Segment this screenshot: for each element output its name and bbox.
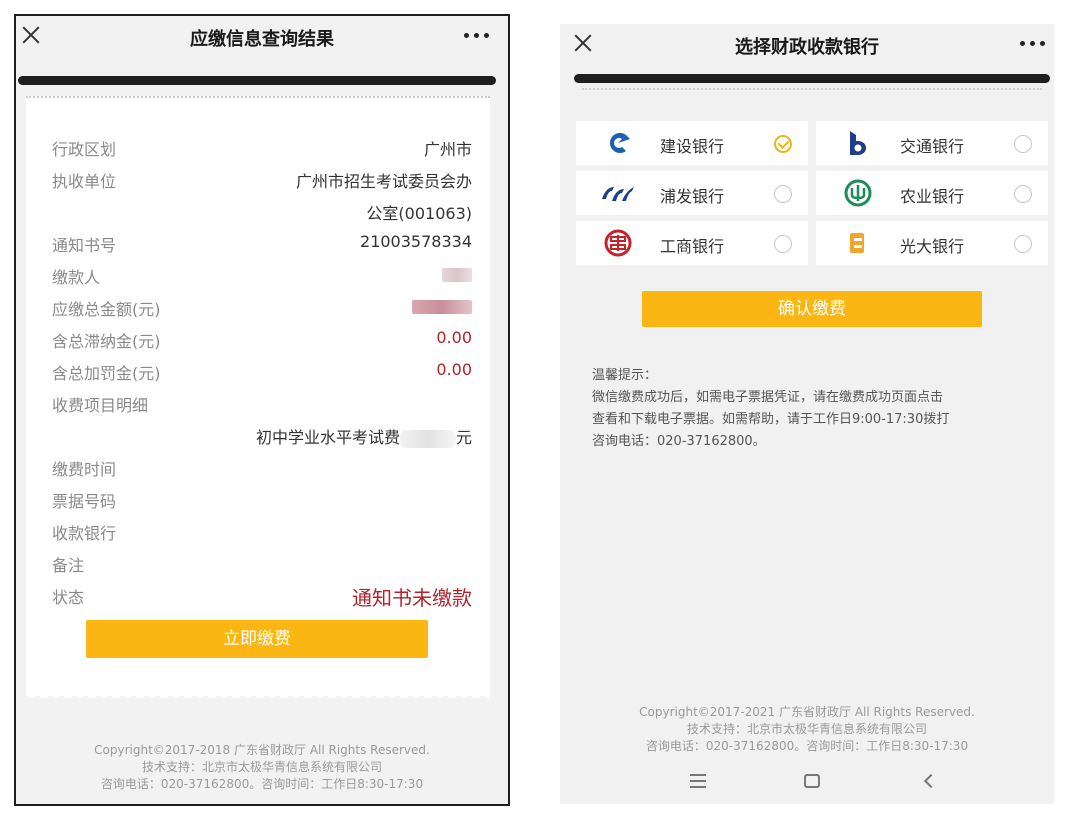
ccb-logo-icon — [610, 133, 630, 153]
right-top-bar: 选择财政收款银行 — [560, 24, 1054, 64]
radio-unchecked-icon[interactable] — [1014, 135, 1032, 153]
copyright-text: Copyright©2017-2018 广东省财政厅 All Rights Re… — [94, 743, 430, 757]
bank-option-ceb[interactable]: 光大银行 — [816, 221, 1048, 265]
label-region: 行政区划 — [52, 140, 117, 159]
radio-checked-icon[interactable] — [774, 135, 792, 153]
label-fee-detail: 收费项目明细 — [52, 396, 149, 415]
info-row-collector: 执收单位 广州市招生考试委员会办 — [52, 168, 472, 192]
menu-icon[interactable] — [690, 774, 706, 792]
more-options-icon[interactable] — [1020, 38, 1048, 48]
radio-unchecked-icon[interactable] — [774, 185, 792, 203]
left-footer: Copyright©2017-2018 广东省财政厅 All Rights Re… — [16, 742, 508, 793]
label-notice-no: 通知书号 — [52, 236, 117, 255]
page-title: 选择财政收款银行 — [735, 37, 879, 58]
info-row-payer: 缴款人 — [52, 264, 472, 288]
bank-option-spdb[interactable]: 浦发银行 — [576, 171, 808, 215]
more-options-icon[interactable] — [464, 30, 492, 40]
label-status: 状态 — [52, 588, 85, 607]
tech-support-text: 技术支持：北京市太极华青信息系统有限公司 — [686, 722, 927, 736]
contact-text: 咨询电话：020-37162800。咨询时间：工作日8:30-17:30 — [645, 739, 969, 753]
tech-support-text: 技术支持：北京市太极华青信息系统有限公司 — [141, 760, 382, 774]
label-pay-time: 缴费时间 — [52, 460, 117, 479]
info-row-notice-no: 通知书号 21003578334 — [52, 232, 472, 256]
radio-unchecked-icon[interactable] — [774, 235, 792, 253]
label-total: 应缴总金额(元) — [52, 300, 161, 319]
info-row-status: 状态 通知书未缴款 — [52, 584, 472, 610]
receipt-torn-edge — [26, 692, 490, 704]
fee-item-name: 初中学业水平考试费 — [255, 428, 400, 447]
home-icon[interactable] — [804, 774, 820, 788]
bank-name: 交通银行 — [900, 137, 965, 156]
radio-unchecked-icon[interactable] — [1014, 185, 1032, 203]
page-title: 应缴信息查询结果 — [190, 29, 334, 50]
value-collector-cont: 公室(001063) — [366, 204, 472, 223]
status-badge: 通知书未缴款 — [352, 586, 472, 610]
bank-option-abc[interactable]: 农业银行 — [816, 171, 1048, 215]
receipt-printer-slot — [18, 76, 496, 85]
receipt-card: 行政区划 广州市 执收单位 广州市招生考试委员会办 公室(001063) 通知书… — [26, 96, 490, 696]
label-bank: 收款银行 — [52, 524, 117, 543]
fee-item-line: 初中学业水平考试费 元 — [52, 424, 472, 448]
label-receipt-no: 票据号码 — [52, 492, 117, 511]
info-row-pay-time: 缴费时间 — [52, 456, 472, 480]
bank-name: 工商银行 — [660, 237, 725, 256]
label-collector: 执收单位 — [52, 172, 117, 191]
label-late-fee: 含总滞纳金(元) — [52, 332, 161, 351]
bank-name: 农业银行 — [900, 187, 965, 206]
icbc-logo-icon — [604, 229, 632, 257]
value-collector: 广州市招生考试委员会办 — [295, 172, 472, 191]
contact-text: 咨询电话：020-37162800。咨询时间：工作日8:30-17:30 — [100, 777, 424, 791]
bank-option-bocom[interactable]: 交通银行 — [816, 121, 1048, 165]
bank-name: 光大银行 — [900, 237, 965, 256]
total-blurred — [412, 296, 472, 315]
tips-title: 温馨提示： — [592, 368, 658, 383]
tips-block: 温馨提示： 微信缴费成功后，如需电子票据凭证，请在缴费成功页面点击 查看和下载电… — [592, 365, 1042, 453]
info-row-bank: 收款银行 — [52, 520, 472, 544]
tips-line-3: 咨询电话：020-37162800。 — [592, 434, 766, 449]
receipt-printer-slot — [574, 74, 1050, 83]
bank-name: 建设银行 — [660, 137, 725, 156]
bocom-logo-icon — [850, 131, 867, 156]
slot-dotted-line — [582, 84, 1042, 90]
right-footer: Copyright©2017-2021 广东省财政厅 All Rights Re… — [560, 704, 1054, 755]
right-screen: 选择财政收款银行 建设银行 交通银行 浦发银行 农业银行 工商银行 光大银行 确… — [560, 24, 1054, 804]
spdb-logo-icon — [602, 187, 634, 201]
info-row-total: 应缴总金额(元) — [52, 296, 472, 320]
info-row-region: 行政区划 广州市 — [52, 136, 472, 160]
info-row-late-fee: 含总滞纳金(元) 0.00 — [52, 328, 472, 352]
info-row-receipt-no: 票据号码 — [52, 488, 472, 512]
radio-unchecked-icon[interactable] — [1014, 235, 1032, 253]
label-payer: 缴款人 — [52, 268, 101, 287]
info-row-remark: 备注 — [52, 552, 472, 576]
back-icon[interactable] — [923, 773, 939, 789]
fee-item: 初中学业水平考试费 元 — [256, 424, 472, 448]
label-remark: 备注 — [52, 556, 85, 575]
fee-amount-blurred — [399, 429, 456, 448]
info-row-penalty: 含总加罚金(元) 0.00 — [52, 360, 472, 384]
bank-name: 浦发银行 — [660, 187, 725, 206]
android-nav-bar — [560, 758, 1054, 804]
value-late-fee: 0.00 — [436, 328, 472, 347]
bank-option-ccb[interactable]: 建设银行 — [576, 121, 808, 165]
pay-now-button[interactable]: 立即缴费 — [86, 620, 428, 658]
tips-line-1: 微信缴费成功后，如需电子票据凭证，请在缴费成功页面点击 — [592, 390, 944, 405]
left-top-bar: 应缴信息查询结果 — [16, 16, 508, 56]
value-region: 广州市 — [423, 140, 472, 159]
info-row-fee-detail: 收费项目明细 — [52, 392, 472, 416]
copyright-text: Copyright©2017-2021 广东省财政厅 All Rights Re… — [639, 705, 975, 719]
payer-blurred — [442, 264, 472, 283]
fee-unit: 元 — [455, 428, 472, 447]
ceb-logo-icon — [850, 233, 864, 253]
left-screen: 应缴信息查询结果 行政区划 广州市 执收单位 广州市招生考试委员会办 公室(00… — [14, 14, 510, 806]
info-row-collector-cont: 公室(001063) — [52, 200, 472, 224]
abc-logo-icon — [844, 179, 872, 207]
value-notice-no: 21003578334 — [360, 232, 472, 251]
tips-line-2: 查看和下载电子票据。如需帮助，请于工作日9:00-17:30拨打 — [592, 412, 950, 427]
confirm-payment-button[interactable]: 确认缴费 — [642, 291, 982, 327]
label-penalty: 含总加罚金(元) — [52, 364, 161, 383]
value-penalty: 0.00 — [436, 360, 472, 379]
bank-option-icbc[interactable]: 工商银行 — [576, 221, 808, 265]
